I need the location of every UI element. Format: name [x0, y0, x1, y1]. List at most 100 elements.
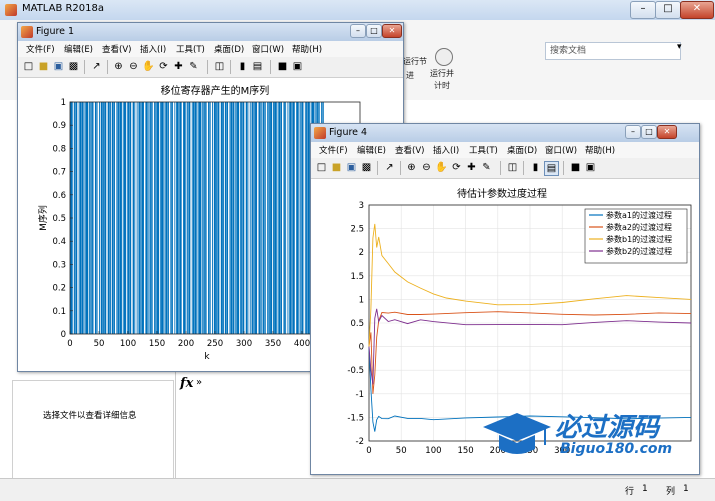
bar	[96, 102, 98, 334]
x-axis-label: k	[204, 352, 210, 362]
bar	[177, 102, 179, 334]
save-icon[interactable]: ▣	[345, 161, 358, 174]
x-tick-label: 150	[457, 446, 473, 456]
y-tick-label: 1.5	[350, 272, 364, 282]
bar	[89, 102, 91, 334]
save-icon[interactable]: ▣	[52, 60, 65, 73]
open-file-icon[interactable]: ■	[330, 161, 343, 174]
insert-legend-icon[interactable]: ▤	[251, 60, 264, 73]
legend-entry: 参数a1的过渡过程	[606, 210, 672, 220]
menu-tools[interactable]: 工具(T)	[176, 43, 205, 55]
menu-edit[interactable]: 编辑(E)	[357, 144, 386, 156]
fig1-minimize-button[interactable]: –	[350, 24, 366, 38]
bar	[193, 102, 195, 334]
ribbon-label-run-section: 运行节	[403, 57, 427, 66]
fig4-close-button[interactable]: ✕	[657, 125, 677, 139]
bar	[275, 102, 277, 334]
insert-colorbar-icon[interactable]: ▮	[529, 161, 542, 174]
bar	[271, 102, 273, 334]
close-button[interactable]: ✕	[680, 1, 714, 19]
pan-icon[interactable]: ✋	[142, 60, 155, 73]
menu-edit[interactable]: 编辑(E)	[64, 43, 93, 55]
bar	[203, 102, 205, 334]
bar	[287, 102, 289, 334]
show-plot-tools-icon[interactable]: ▣	[584, 161, 597, 174]
bar	[155, 102, 157, 334]
run-and-time-icon[interactable]	[435, 48, 453, 66]
print-icon[interactable]: ▩	[360, 161, 373, 174]
bar	[168, 102, 169, 334]
hide-plot-tools-icon[interactable]: ■	[276, 60, 289, 73]
y-tick-label: 0.3	[52, 260, 66, 270]
new-figure-icon[interactable]: □	[22, 60, 35, 73]
bar	[285, 102, 287, 334]
bar	[241, 102, 243, 334]
menu-help[interactable]: 帮助(H)	[585, 144, 615, 156]
ribbon-label-run-time-2: 计时	[434, 81, 450, 90]
menu-help[interactable]: 帮助(H)	[292, 43, 322, 55]
legend-entry: 参数b1的过渡过程	[606, 234, 672, 244]
menu-desktop[interactable]: 桌面(D)	[507, 144, 537, 156]
bar	[246, 102, 248, 334]
fig1-close-button[interactable]: ✕	[382, 24, 402, 38]
bar	[170, 102, 172, 334]
zoom-out-icon[interactable]: ⊖	[127, 60, 140, 73]
x-tick-label: 0	[366, 446, 371, 456]
zoom-in-icon[interactable]: ⊕	[112, 60, 125, 73]
y-tick-label: 1	[61, 98, 66, 108]
menu-view[interactable]: 查看(V)	[102, 43, 131, 55]
y-tick-label: 0	[359, 343, 364, 353]
y-tick-label: 2.5	[350, 225, 364, 235]
bar	[225, 102, 227, 334]
open-file-icon[interactable]: ■	[37, 60, 50, 73]
maximize-button[interactable]: □	[655, 1, 681, 19]
insert-colorbar-icon[interactable]: ▮	[236, 60, 249, 73]
menu-window[interactable]: 窗口(W)	[252, 43, 284, 55]
rotate-icon[interactable]: ⟳	[157, 60, 170, 73]
show-plot-tools-icon[interactable]: ▣	[291, 60, 304, 73]
minimize-button[interactable]: –	[630, 1, 656, 19]
y-tick-label: 1	[359, 295, 364, 305]
bar	[191, 102, 193, 334]
pan-icon[interactable]: ✋	[435, 161, 448, 174]
print-icon[interactable]: ▩	[67, 60, 80, 73]
data-cursor-icon[interactable]: ✚	[172, 60, 185, 73]
x-tick-label: 0	[67, 339, 72, 349]
bar	[74, 102, 76, 334]
fig1-maximize-button[interactable]: □	[366, 24, 382, 38]
menu-view[interactable]: 查看(V)	[395, 144, 424, 156]
menu-insert[interactable]: 插入(I)	[140, 43, 166, 55]
menu-tools[interactable]: 工具(T)	[469, 144, 498, 156]
link-plot-icon[interactable]: ◫	[213, 60, 226, 73]
bar	[223, 102, 224, 334]
brush-icon[interactable]: ✎	[480, 161, 493, 174]
fig4-maximize-button[interactable]: □	[641, 125, 657, 139]
bar	[233, 102, 235, 334]
rotate-icon[interactable]: ⟳	[450, 161, 463, 174]
insert-legend-icon[interactable]: ▤	[544, 161, 559, 176]
new-figure-icon[interactable]: □	[315, 161, 328, 174]
bar	[281, 102, 282, 334]
search-docs-input[interactable]: 搜索文档	[545, 42, 681, 60]
menu-window[interactable]: 窗口(W)	[545, 144, 577, 156]
bar	[184, 102, 186, 334]
x-tick-label: 150	[149, 339, 165, 349]
bar	[99, 102, 100, 334]
data-cursor-icon[interactable]: ✚	[465, 161, 478, 174]
x-tick-label: 100	[120, 339, 136, 349]
menu-desktop[interactable]: 桌面(D)	[214, 43, 244, 55]
edit-plot-icon[interactable]: ↗	[90, 60, 103, 73]
menu-file[interactable]: 文件(F)	[319, 144, 348, 156]
zoom-in-icon[interactable]: ⊕	[405, 161, 418, 174]
dropdown-arrow-icon[interactable]: ▾	[677, 42, 687, 58]
fig4-minimize-button[interactable]: –	[625, 125, 641, 139]
menu-file[interactable]: 文件(F)	[26, 43, 55, 55]
zoom-out-icon[interactable]: ⊖	[420, 161, 433, 174]
hide-plot-tools-icon[interactable]: ■	[569, 161, 582, 174]
menu-insert[interactable]: 插入(I)	[433, 144, 459, 156]
link-plot-icon[interactable]: ◫	[506, 161, 519, 174]
bar	[76, 102, 78, 334]
brush-icon[interactable]: ✎	[187, 60, 200, 73]
bar	[197, 102, 199, 334]
edit-plot-icon[interactable]: ↗	[383, 161, 396, 174]
